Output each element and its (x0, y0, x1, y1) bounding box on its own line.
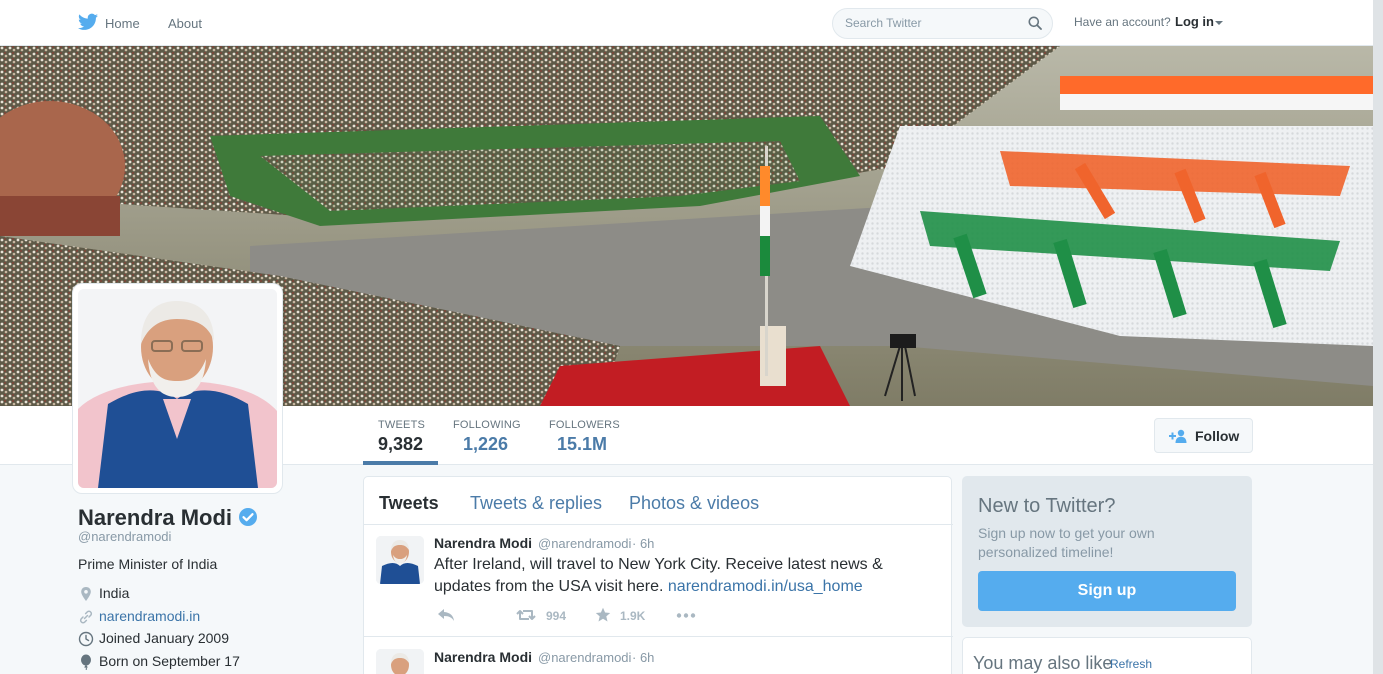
sign-up-button[interactable]: Sign up (978, 571, 1236, 611)
tweet-item[interactable]: Narendra Modi @narendramodi · 6h (364, 637, 953, 674)
stat-label: TWEETS (378, 419, 426, 431)
who-to-follow-card: You may also like · Refresh (962, 637, 1252, 674)
timeline-tabs: Tweets Tweets & replies Photos & videos (364, 477, 953, 525)
top-nav-bar: Home About Have an account? Log in (0, 0, 1373, 46)
avatar-portrait (78, 289, 277, 488)
link-icon (79, 610, 93, 624)
search-icon[interactable] (1028, 16, 1042, 30)
follow-button[interactable]: Follow (1154, 418, 1253, 453)
tweet-link[interactable]: narendramodi.in/usa_home (668, 578, 863, 595)
location-pin-icon (81, 587, 91, 601)
reply-button[interactable] (437, 608, 457, 624)
tweet-author-handle[interactable]: @narendramodi (538, 650, 631, 665)
tweet-timestamp[interactable]: · 6h (632, 650, 654, 665)
stat-value: 9,382 (378, 434, 424, 454)
star-icon (595, 607, 611, 622)
twitter-bird-icon[interactable] (78, 13, 98, 31)
signup-heading: New to Twitter? (978, 495, 1116, 517)
tab-tweets[interactable]: Tweets (379, 493, 439, 514)
verified-badge-icon (239, 508, 257, 526)
tweet-author-handle[interactable]: @narendramodi (538, 536, 631, 551)
signup-card: New to Twitter? Sign up now to get your … (962, 476, 1252, 627)
profile-handle[interactable]: @narendramodi (78, 529, 171, 544)
calendar-icon (78, 631, 94, 647)
like-button[interactable]: 1.9K (595, 607, 655, 623)
tweet-author-name[interactable]: Narendra Modi (434, 535, 532, 551)
add-user-icon (1169, 429, 1187, 443)
stat-label: FOLLOWERS (549, 419, 620, 431)
birthday-text: Born on September 17 (99, 653, 240, 669)
retweet-icon (516, 610, 536, 620)
also-like-heading: You may also like (973, 653, 1113, 673)
follow-button-label: Follow (1195, 428, 1240, 444)
tweet-timeline: Tweets Tweets & replies Photos & videos … (363, 476, 953, 674)
tab-photos-videos[interactable]: Photos & videos (629, 493, 759, 514)
more-actions-button[interactable] (676, 613, 698, 621)
refresh-link[interactable]: Refresh (1110, 657, 1152, 671)
profile-name[interactable]: Narendra Modi (78, 505, 232, 531)
active-stat-indicator (363, 461, 438, 465)
stat-tweets[interactable]: TWEETS 9,382 (378, 419, 425, 455)
search-box (832, 8, 1053, 39)
retweet-button[interactable]: 994 (516, 608, 576, 624)
retweet-count: 994 (546, 609, 567, 623)
tweet-avatar[interactable] (376, 649, 424, 674)
tweet-avatar-image (376, 536, 424, 584)
balloon-icon (81, 654, 91, 670)
more-dots-icon (676, 613, 696, 618)
profile-avatar[interactable] (72, 283, 283, 494)
stat-value: 15.1M (557, 434, 608, 454)
reply-icon (438, 609, 454, 621)
stat-followers[interactable]: FOLLOWERS 15.1M (549, 419, 620, 455)
like-count: 1.9K (620, 609, 646, 623)
stat-value: 1,226 (463, 434, 509, 454)
page-scrollbar[interactable] (1373, 0, 1383, 674)
avatar-image (78, 289, 277, 488)
joined-text: Joined January 2009 (99, 630, 229, 646)
nav-home-link[interactable]: Home (105, 16, 140, 31)
signup-text: Sign up now to get your own personalized… (978, 525, 1155, 560)
stat-label: FOLLOWING (453, 419, 521, 431)
tweet-avatar[interactable] (376, 536, 424, 584)
profile-bio: Prime Minister of India (78, 556, 218, 572)
stat-following[interactable]: FOLLOWING 1,226 (453, 419, 521, 455)
nav-about-link[interactable]: About (168, 16, 202, 31)
tweet-text: After Ireland, will travel to New York C… (434, 554, 904, 598)
have-account-text: Have an account? (1074, 15, 1171, 29)
search-input[interactable] (845, 16, 1025, 30)
chevron-down-icon[interactable] (1215, 21, 1223, 25)
tweet-author-name[interactable]: Narendra Modi (434, 649, 532, 665)
login-link[interactable]: Log in (1175, 14, 1214, 29)
website-link[interactable]: narendramodi.in (99, 608, 200, 624)
tweet-avatar-image (376, 649, 424, 674)
tab-tweets-replies[interactable]: Tweets & replies (470, 493, 602, 514)
tweet-timestamp[interactable]: · 6h (632, 536, 654, 551)
tweet-item[interactable]: Narendra Modi @narendramodi · 6h After I… (364, 525, 953, 637)
location-text: India (99, 585, 130, 601)
